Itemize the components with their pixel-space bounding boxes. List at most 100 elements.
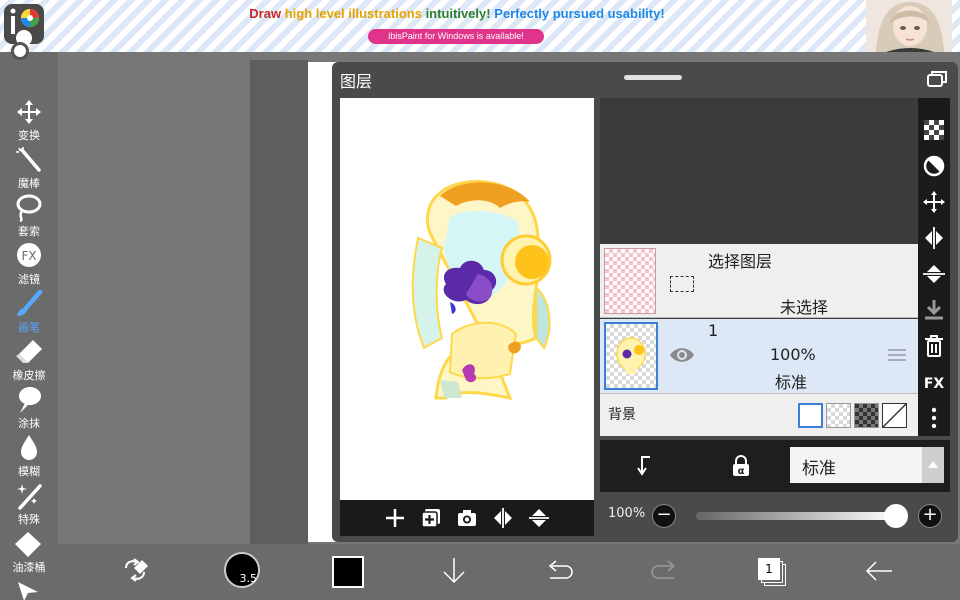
selection-layer-thumbnail: [604, 248, 656, 314]
tool-label: 魔棒: [18, 177, 40, 190]
background-white-swatch[interactable]: [798, 403, 823, 428]
ad-headline[interactable]: Draw high level illustrations intuitivel…: [0, 6, 914, 21]
canvas-preview[interactable]: [340, 98, 594, 500]
tool-label: 油漆桶: [12, 561, 46, 574]
tool-brush[interactable]: 画笔: [0, 288, 58, 336]
color-swatch-button[interactable]: [332, 556, 364, 588]
preview-toolbar: [340, 500, 594, 536]
background-label: 背景: [608, 407, 636, 423]
back-arrow-icon[interactable]: [864, 556, 894, 586]
drop-icon: [21, 435, 37, 460]
dropdown-arrow-icon[interactable]: [922, 447, 944, 483]
duplicate-layer-icon[interactable]: [420, 507, 442, 529]
opacity-decrease-button[interactable]: −: [652, 504, 676, 528]
ad-headline-part: Perfectly pursued usability!: [490, 6, 665, 21]
background-dark-checker-swatch[interactable]: [854, 403, 879, 428]
tool-fill[interactable]: 油漆桶: [0, 528, 58, 576]
layers-button[interactable]: 1: [758, 558, 788, 588]
layer-tools-column: FX: [918, 98, 950, 436]
brush-size-value: 3.5: [239, 572, 258, 585]
selection-layer-row[interactable]: 选择图层 未选择: [600, 244, 918, 318]
flip-vertical-icon[interactable]: [528, 507, 550, 529]
eraser-icon: [16, 340, 42, 363]
more-options-icon[interactable]: [922, 406, 946, 430]
ad-headline-part: Draw: [249, 6, 285, 21]
ad-windows-pill[interactable]: ibisPaint for Windows is available!: [368, 29, 544, 44]
blend-mode-bar: α 标准: [600, 440, 950, 492]
merge-down-icon[interactable]: [922, 298, 946, 322]
tool-magic-wand[interactable]: 魔棒: [0, 144, 58, 192]
tool-special[interactable]: 特殊: [0, 480, 58, 528]
clipping-icon[interactable]: [636, 454, 658, 478]
selection-marquee-icon: [670, 276, 694, 292]
eye-icon[interactable]: [668, 345, 696, 365]
pointer-icon[interactable]: [16, 580, 42, 600]
background-row[interactable]: 背景: [600, 393, 918, 436]
ad-headline-part: high level illustrations: [284, 6, 422, 21]
panel-title: 图层: [340, 72, 373, 91]
swap-eraser-icon[interactable]: [120, 556, 152, 586]
alpha-lock-icon[interactable]: α: [730, 454, 752, 478]
layer-blend-mode: 标准: [775, 373, 808, 392]
flip-horizontal-icon[interactable]: [492, 507, 514, 529]
checker-transparency-icon[interactable]: [922, 118, 946, 142]
layer-fx-icon[interactable]: FX: [922, 370, 946, 394]
smudge-icon: [19, 387, 41, 413]
blend-mode-select[interactable]: 标准: [790, 447, 944, 483]
tool-label: 模糊: [18, 465, 40, 478]
ad-portrait-image: [866, 0, 952, 52]
window-icon[interactable]: [926, 70, 948, 88]
background-none-swatch[interactable]: [882, 403, 907, 428]
brush-size-button[interactable]: 3.5: [224, 552, 260, 588]
layer-thumbnail-art: [616, 337, 646, 374]
ad-banner[interactable]: Draw high level illustrations intuitivel…: [0, 0, 960, 52]
drag-handle-icon[interactable]: [888, 349, 906, 361]
tool-label: 变换: [18, 129, 40, 142]
menu-dot-icon[interactable]: [11, 42, 29, 60]
artwork-image: [411, 179, 552, 401]
opacity-increase-button[interactable]: +: [918, 504, 942, 528]
tool-transform[interactable]: 变换: [0, 96, 58, 144]
move-layer-icon[interactable]: [922, 190, 946, 214]
tool-label: 涂抹: [18, 417, 40, 430]
layer-row[interactable]: 1 100% 标准: [600, 319, 918, 393]
tool-blur[interactable]: 模糊: [0, 432, 58, 480]
selection-layer-name: 选择图层: [708, 252, 773, 271]
selection-layer-status: 未选择: [780, 298, 829, 317]
flip-layer-horizontal-icon[interactable]: [922, 226, 946, 250]
layer-thumbnail: [604, 322, 658, 390]
trash-icon[interactable]: [922, 334, 946, 358]
camera-icon[interactable]: [456, 507, 478, 529]
bucket-icon: [15, 532, 41, 557]
left-toolbar: 变换 魔棒 套索 FX 滤镜 画笔 橡皮擦 涂抹 模糊 特殊 油漆桶: [0, 42, 58, 600]
half-circle-icon[interactable]: [922, 154, 946, 178]
tool-lasso[interactable]: 套索: [0, 192, 58, 240]
flip-layer-vertical-icon[interactable]: [922, 262, 946, 286]
bottom-toolbar: 3.5 1: [58, 544, 960, 600]
layer-count: 1: [758, 558, 780, 580]
tool-label: 橡皮擦: [12, 369, 46, 382]
blend-mode-value: 标准: [802, 459, 836, 479]
tool-eraser[interactable]: 橡皮擦: [0, 336, 58, 384]
svg-text:FX: FX: [21, 249, 36, 263]
background-transparent-swatch[interactable]: [826, 403, 851, 428]
undo-icon[interactable]: [544, 556, 574, 586]
tool-filter[interactable]: FX 滤镜: [0, 240, 58, 288]
tool-label: 特殊: [18, 513, 40, 526]
canvas-shadow: [250, 60, 308, 544]
arrow-down-icon[interactable]: [442, 556, 466, 586]
svg-text:FX: FX: [924, 376, 945, 392]
layer-opacity: 100%: [770, 345, 816, 364]
panel-drag-handle[interactable]: [624, 75, 682, 80]
redo-icon[interactable]: [650, 556, 680, 586]
opacity-label: 100%: [608, 506, 646, 521]
opacity-slider-thumb[interactable]: [884, 504, 908, 528]
ad-headline-part: intuitively!: [421, 6, 491, 21]
add-layer-icon[interactable]: [384, 507, 406, 529]
tool-label: 滤镜: [18, 273, 40, 286]
tool-label: 画笔: [18, 321, 40, 334]
sparkle-wand-icon: [17, 484, 42, 510]
opacity-slider[interactable]: [696, 512, 896, 520]
brush-icon: [17, 290, 43, 316]
tool-smudge[interactable]: 涂抹: [0, 384, 58, 432]
